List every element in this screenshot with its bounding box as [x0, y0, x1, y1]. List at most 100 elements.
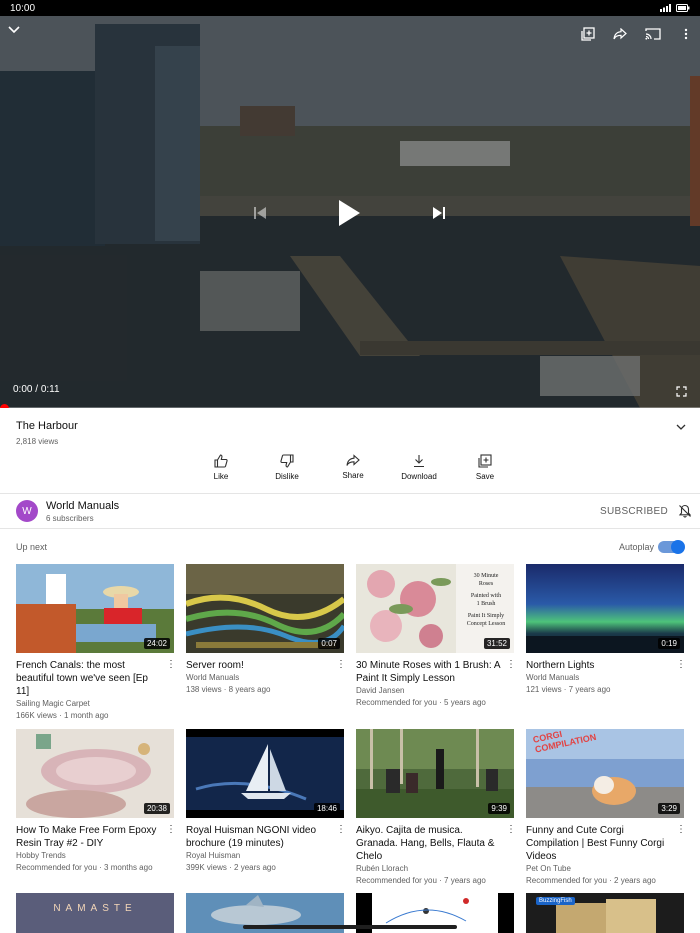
duration-badge: 20:38 — [143, 803, 170, 814]
duration-badge: 18:46 — [313, 803, 340, 814]
download-label: Download — [401, 472, 437, 481]
video-meta: Recommended for you · 7 years ago — [356, 876, 486, 885]
video-thumbnail[interactable]: 20:38 — [16, 729, 174, 818]
thumbs-down-icon — [280, 454, 294, 468]
video-thumbnail[interactable]: 18:46 — [186, 729, 344, 818]
download-button[interactable]: Download — [386, 454, 452, 481]
share-button[interactable]: Share — [320, 454, 386, 481]
video-thumbnail[interactable]: 0:19 — [526, 564, 684, 653]
video-meta: 166K views · 1 month ago — [16, 711, 109, 720]
video-title[interactable]: French Canals: the most beautiful town w… — [16, 659, 174, 698]
signal-icon — [660, 4, 671, 12]
save-button[interactable]: Save — [452, 454, 518, 481]
video-card[interactable]: 0:07 Server room! World Manuals 138 view… — [186, 564, 346, 696]
video-title[interactable]: Server room! — [186, 659, 344, 672]
channel-name[interactable]: World Manuals — [46, 500, 119, 512]
minimize-chevron-icon[interactable] — [4, 22, 24, 38]
download-icon — [414, 455, 424, 468]
channel-name: World Manuals — [186, 673, 240, 682]
share-icon[interactable] — [610, 24, 630, 44]
duration-badge: 0:07 — [318, 638, 340, 649]
video-title[interactable]: The Harbour — [16, 420, 78, 432]
thumbs-up-icon — [214, 454, 228, 468]
channel-name: Pet On Tube — [526, 864, 571, 873]
system-icons — [660, 4, 690, 12]
channel-row: W World Manuals 6 subscribers SUBSCRIBED — [0, 494, 700, 528]
like-button[interactable]: Like — [188, 454, 254, 481]
up-next-label: Up next — [16, 542, 48, 552]
more-options-icon[interactable]: ⋮ — [166, 659, 176, 673]
share-icon — [346, 454, 360, 466]
subscribed-button[interactable]: SUBSCRIBED — [600, 506, 668, 517]
video-title[interactable]: Royal Huisman NGONI video brochure (19 m… — [186, 824, 344, 850]
current-time: 0:00 — [13, 384, 33, 395]
video-card[interactable]: 24:02 French Canals: the most beautiful … — [16, 564, 176, 722]
video-card[interactable]: 9:39 Aikyo. Cajita de musica. Granada. H… — [356, 729, 516, 887]
add-to-playlist-icon[interactable] — [578, 24, 598, 44]
more-options-icon[interactable] — [676, 24, 696, 44]
more-options-icon[interactable]: ⋮ — [506, 659, 516, 673]
progress-bar[interactable] — [0, 404, 700, 408]
status-bar: 10:00 — [0, 0, 700, 16]
duration-badge: 3:29 — [658, 803, 680, 814]
total-time: 0:11 — [40, 384, 60, 395]
like-label: Like — [213, 472, 229, 481]
video-thumbnail[interactable]: 9:39 — [356, 729, 514, 818]
video-thumbnail[interactable]: 30 Minute Roses Painted with 1 Brush Pai… — [356, 564, 514, 653]
more-options-icon[interactable]: ⋮ — [336, 824, 346, 838]
video-title[interactable]: Aikyo. Cajita de musica. Granada. Hang, … — [356, 824, 514, 863]
video-thumbnail[interactable]: NAMASTE — [16, 893, 174, 933]
dislike-label: Dislike — [275, 472, 299, 481]
dislike-button[interactable]: Dislike — [254, 454, 320, 481]
more-options-icon[interactable]: ⋮ — [336, 659, 346, 673]
progress-scrubber[interactable] — [0, 404, 9, 408]
channel-name: David Jansen — [356, 686, 405, 695]
video-meta: 399K views · 2 years ago — [186, 863, 276, 872]
channel-name: Sailing Magic Carpet — [16, 699, 90, 708]
more-options-icon[interactable]: ⋮ — [166, 824, 176, 838]
video-card[interactable]: 0:19 Northern Lights World Manuals 121 v… — [526, 564, 686, 696]
save-label: Save — [475, 472, 495, 481]
video-title[interactable]: Funny and Cute Corgi Compilation | Best … — [526, 824, 684, 863]
duration-badge: 31:52 — [483, 638, 510, 649]
video-thumbnail[interactable]: BuzzingFish — [526, 893, 684, 933]
video-title[interactable]: How To Make Free Form Epoxy Resin Tray #… — [16, 824, 174, 850]
home-indicator[interactable] — [243, 925, 457, 929]
autoplay-toggle[interactable] — [658, 540, 685, 554]
channel-name: World Manuals — [526, 673, 580, 682]
expand-description-icon[interactable] — [676, 418, 690, 432]
notifications-off-bell-icon[interactable] — [678, 504, 692, 518]
video-title[interactable]: Northern Lights — [526, 659, 684, 672]
more-options-icon[interactable]: ⋮ — [506, 824, 516, 838]
subscriber-count: 6 subscribers — [46, 514, 94, 523]
view-count: 2,818 views — [16, 437, 59, 446]
video-card[interactable]: 30 Minute Roses Painted with 1 Brush Pai… — [356, 564, 516, 709]
video-card[interactable]: CORGI COMPILATION 3:29 Funny and Cute Co… — [526, 729, 686, 887]
duration-badge: 0:19 — [658, 638, 680, 649]
video-title[interactable]: 30 Minute Roses with 1 Brush: A Paint It… — [356, 659, 514, 685]
more-options-icon[interactable]: ⋮ — [676, 659, 686, 673]
thumbnail-text: BuzzingFish — [536, 897, 575, 905]
play-icon[interactable] — [332, 194, 366, 232]
channel-name: Rubén Llorach — [356, 864, 409, 873]
next-icon[interactable] — [429, 202, 449, 224]
autoplay-label: Autoplay — [618, 542, 654, 552]
channel-avatar[interactable]: W — [16, 500, 38, 522]
toggle-knob[interactable] — [671, 540, 685, 554]
cast-icon[interactable] — [643, 24, 663, 44]
more-options-icon[interactable]: ⋮ — [676, 824, 686, 838]
video-thumbnail[interactable]: 0:07 — [186, 564, 344, 653]
video-player[interactable]: 0:00 / 0:11 — [0, 16, 700, 408]
video-card[interactable]: 20:38 How To Make Free Form Epoxy Resin … — [16, 729, 176, 874]
action-bar: Like Dislike Share Download Save — [188, 454, 518, 481]
time-display: 0:00 / 0:11 — [13, 384, 60, 395]
status-time: 10:00 — [10, 2, 36, 14]
previous-icon — [250, 202, 270, 224]
video-thumbnail[interactable]: 24:02 — [16, 564, 174, 653]
duration-badge: 24:02 — [143, 638, 170, 649]
video-meta: 138 views · 8 years ago — [186, 685, 271, 694]
video-card[interactable]: 18:46 Royal Huisman NGONI video brochure… — [186, 729, 346, 874]
video-thumbnail[interactable]: CORGI COMPILATION 3:29 — [526, 729, 684, 818]
duration-badge: 9:39 — [488, 803, 510, 814]
fullscreen-icon[interactable] — [672, 382, 690, 400]
